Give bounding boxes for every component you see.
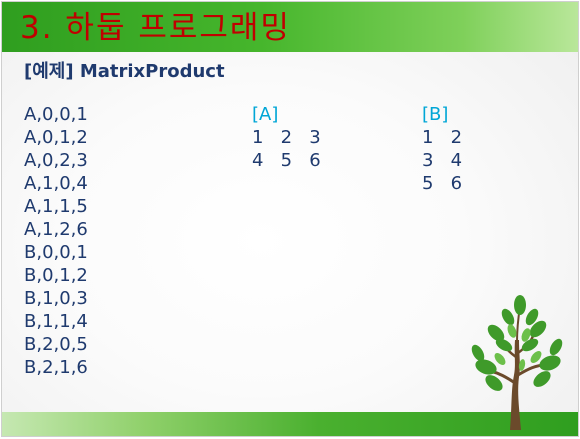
record-line: B,0,1,2 xyxy=(24,265,88,286)
record-line: A,1,2,6 xyxy=(24,219,88,240)
matrix-b-label: [B] xyxy=(422,104,449,125)
record-line: B,1,1,4 xyxy=(24,311,88,332)
record-line: A,0,0,1 xyxy=(24,104,88,125)
slide: 3. 하둡 프로그래밍 [예제] MatrixProduct A,0,0,1 A… xyxy=(1,1,579,437)
matrix-a-row: 1 2 3 xyxy=(252,127,321,148)
record-line: A,0,2,3 xyxy=(24,150,88,171)
tree-icon xyxy=(471,295,563,430)
records-list: A,0,0,1 A,0,1,2 A,0,2,3 A,1,0,4 A,1,1,5 … xyxy=(24,103,88,379)
record-line: B,1,0,3 xyxy=(24,288,88,309)
matrix-b: [B] 1 2 3 4 5 6 xyxy=(422,103,462,195)
record-line: B,0,0,1 xyxy=(24,242,88,263)
matrix-b-row: 5 6 xyxy=(422,173,463,194)
matrix-b-row: 1 2 xyxy=(422,127,463,148)
matrix-a-label: [A] xyxy=(252,104,279,125)
matrix-a-row: 4 5 6 xyxy=(252,150,321,171)
matrix-a: [A] 1 2 3 4 5 6 xyxy=(252,103,321,172)
slide-subtitle: [예제] MatrixProduct xyxy=(24,61,225,82)
record-line: A,1,1,5 xyxy=(24,196,88,217)
record-line: B,2,0,5 xyxy=(24,334,88,355)
record-line: A,1,0,4 xyxy=(24,173,88,194)
title-bar: 3. 하둡 프로그래밍 xyxy=(2,2,578,52)
record-line: A,0,1,2 xyxy=(24,127,88,148)
matrix-b-row: 3 4 xyxy=(422,150,463,171)
slide-title: 3. 하둡 프로그래밍 xyxy=(20,10,291,46)
record-line: B,2,1,6 xyxy=(24,357,88,378)
